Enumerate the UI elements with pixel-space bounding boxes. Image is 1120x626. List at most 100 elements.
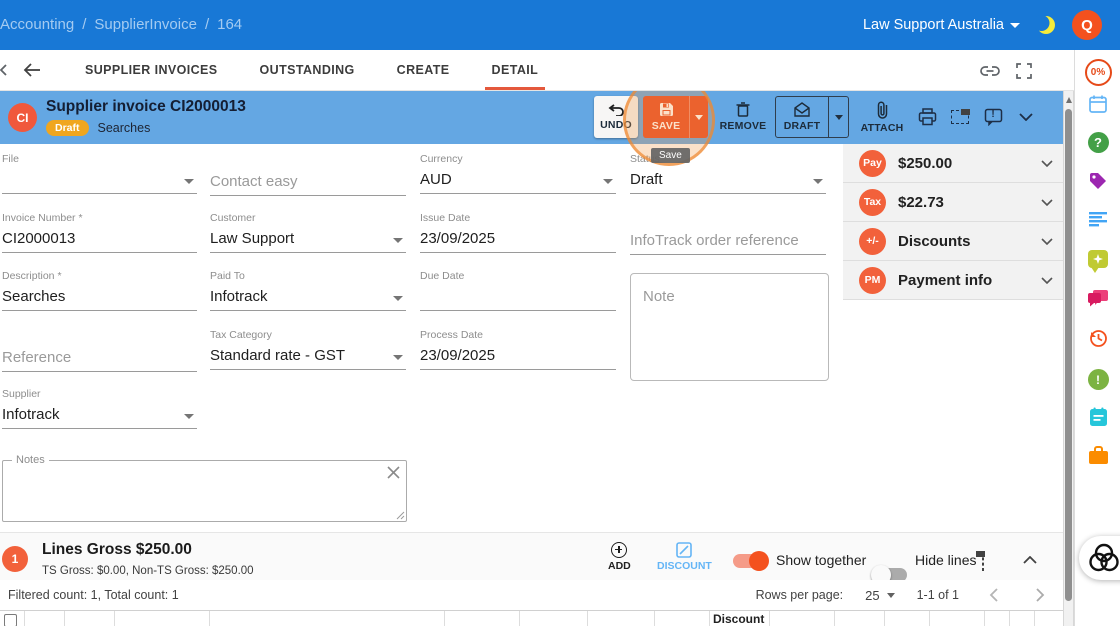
lines-button[interactable] xyxy=(1075,212,1120,227)
customer-label: Customer xyxy=(210,212,256,224)
draft-button[interactable]: DRAFT xyxy=(776,97,828,137)
breadcrumb-accounting[interactable]: Accounting xyxy=(0,16,74,33)
issue-date-input[interactable]: 23/09/2025 xyxy=(420,225,616,253)
table-header-cell xyxy=(588,611,655,626)
alerts-button[interactable]: ! xyxy=(1075,369,1120,390)
infotrack-order-reference-input[interactable]: InfoTrack order reference xyxy=(630,227,826,255)
chevron-down-icon xyxy=(1010,22,1020,28)
draft-dropdown-button[interactable] xyxy=(828,97,848,137)
select-all-checkbox[interactable] xyxy=(4,614,17,626)
clear-notes-icon[interactable] xyxy=(387,466,400,479)
matters-button[interactable] xyxy=(1075,446,1120,465)
scroll-up-arrow-icon[interactable] xyxy=(1066,97,1072,103)
resize-handle[interactable] xyxy=(395,510,405,520)
copy-link-icon[interactable] xyxy=(980,65,1000,77)
reference-input[interactable]: Reference xyxy=(2,344,197,372)
messages-button[interactable] xyxy=(1075,288,1120,308)
paid-to-select[interactable]: Infotrack xyxy=(210,283,406,311)
discount-button[interactable]: DISCOUNT xyxy=(657,542,712,572)
print-button[interactable] xyxy=(915,96,939,138)
supplier-label: Supplier xyxy=(2,388,41,400)
customer-select[interactable]: Law Support xyxy=(210,225,406,253)
assistant-launcher[interactable] xyxy=(1079,536,1120,580)
dark-mode-moon-icon[interactable] xyxy=(1034,13,1058,37)
snapshot-button[interactable] xyxy=(948,96,972,138)
contact-easy-input[interactable]: Contact easy xyxy=(210,168,406,196)
table-header-cell xyxy=(25,611,65,626)
table-header-cell xyxy=(520,611,588,626)
supplier-select[interactable]: Infotrack xyxy=(2,401,197,429)
remove-button[interactable]: REMOVE xyxy=(717,96,769,138)
user-avatar[interactable]: Q xyxy=(1072,10,1102,40)
notes-textarea[interactable]: Notes xyxy=(2,454,407,522)
feedback-button[interactable]: ! xyxy=(981,96,1005,138)
tab-create[interactable]: CREATE xyxy=(376,50,471,90)
attach-label: ATTACH xyxy=(860,121,904,134)
file-select[interactable] xyxy=(2,166,197,194)
collapse-header-button[interactable] xyxy=(1014,96,1038,138)
tax-category-select[interactable]: Standard rate - GST xyxy=(210,342,406,370)
process-date-input[interactable]: 23/09/2025 xyxy=(420,342,616,370)
currency-select[interactable]: AUD xyxy=(420,166,616,194)
tab-supplier-invoices[interactable]: SUPPLIER INVOICES xyxy=(64,50,239,90)
notes-panel-button[interactable] xyxy=(1075,407,1120,427)
company-selector[interactable]: Law Support Australia xyxy=(863,17,1020,33)
description-input[interactable]: Searches xyxy=(2,283,197,311)
breadcrumb-separator: / xyxy=(82,16,87,33)
help-button[interactable]: ? xyxy=(1075,132,1120,153)
breadcrumb-supplierinvoice[interactable]: SupplierInvoice xyxy=(94,16,197,33)
progress-button[interactable]: 0% xyxy=(1075,59,1120,86)
fullscreen-icon[interactable] xyxy=(1016,62,1032,79)
add-line-button[interactable]: ADD xyxy=(608,542,631,572)
save-icon xyxy=(659,102,674,117)
briefcase-icon xyxy=(1088,446,1109,465)
tab-outstanding[interactable]: OUTSTANDING xyxy=(239,50,376,90)
rows-per-page-select[interactable]: 25 xyxy=(865,588,895,603)
collapse-lines-button[interactable] xyxy=(1023,556,1037,564)
next-page-button[interactable] xyxy=(1028,588,1053,602)
payment-info-section[interactable]: PM Payment info xyxy=(843,261,1063,300)
feedback-icon: ! xyxy=(984,108,1003,126)
tax-badge: Tax xyxy=(859,188,886,216)
lines-table-header-row: Discount xyxy=(0,610,1063,626)
scrollbar-thumb[interactable] xyxy=(1065,109,1072,601)
lines-count-badge: 1 xyxy=(2,546,28,572)
note-textarea[interactable]: Note xyxy=(630,273,829,381)
payment-info-badge: PM xyxy=(859,266,886,294)
undo-button[interactable]: UNDO xyxy=(594,96,638,138)
calendar-icon xyxy=(1088,94,1108,114)
breadcrumb-record-id[interactable]: 164 xyxy=(217,16,242,33)
discounts-section[interactable]: +/- Discounts xyxy=(843,222,1063,261)
help-icon: ? xyxy=(1087,132,1109,153)
invoice-toolbar: UNDO SAVE REMOVE DRAFT ATTACH ! xyxy=(594,96,1038,138)
tags-button[interactable] xyxy=(1075,171,1120,191)
show-together-toggle[interactable] xyxy=(733,551,769,571)
pay-section[interactable]: Pay $250.00 xyxy=(843,144,1063,183)
previous-page-button[interactable] xyxy=(981,588,1006,602)
save-dropdown-button[interactable] xyxy=(689,96,708,138)
attach-button[interactable]: ATTACH xyxy=(859,96,905,138)
table-header-cell xyxy=(210,611,445,626)
calendar-button[interactable] xyxy=(1075,94,1120,114)
chevron-down-icon xyxy=(1041,276,1053,284)
due-date-input[interactable] xyxy=(420,283,616,311)
file-label: File xyxy=(2,153,19,165)
invoice-number-input[interactable]: CI2000013 xyxy=(2,225,197,253)
history-button[interactable] xyxy=(1075,328,1120,348)
status-label: Status xyxy=(630,153,660,165)
tab-detail[interactable]: DETAIL xyxy=(471,50,560,90)
status-select[interactable]: Draft xyxy=(630,166,826,194)
tax-section[interactable]: Tax $22.73 xyxy=(843,183,1063,222)
save-label: SAVE xyxy=(651,120,681,132)
save-button[interactable]: SAVE xyxy=(643,96,689,138)
lines-snapshot-button[interactable] xyxy=(982,552,984,571)
chevron-down-icon xyxy=(1041,159,1053,167)
collapse-left-icon[interactable] xyxy=(0,62,12,78)
summary-panel: Pay $250.00 Tax $22.73 +/- Discounts PM … xyxy=(843,144,1063,300)
chevron-down-icon xyxy=(393,296,403,301)
alert-badge-icon: ! xyxy=(1087,369,1109,390)
invoice-number-label: Invoice Number * xyxy=(2,212,83,224)
back-arrow-icon[interactable] xyxy=(22,62,42,78)
vertical-scrollbar[interactable] xyxy=(1063,91,1074,626)
assistant-chat-button[interactable] xyxy=(1075,250,1120,273)
